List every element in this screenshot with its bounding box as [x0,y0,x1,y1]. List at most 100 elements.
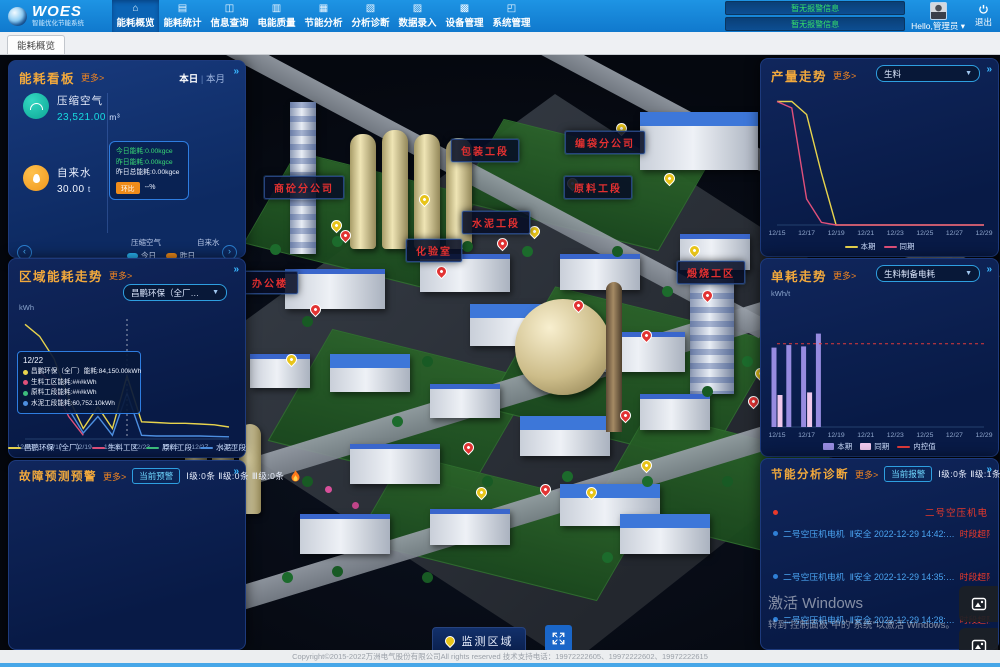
legend-item: 本期 [823,441,852,452]
tooltip-row: 昨日能耗:0.00kgce [116,158,182,169]
more-link[interactable]: 更多> [109,269,132,282]
toggle-month[interactable]: 本月 [206,74,225,85]
nav-item-label: 能耗概览 [116,15,154,29]
logout-label: 退出 [975,16,992,28]
floating-tool-button[interactable] [959,586,998,622]
axis-label: 压缩空气 [131,237,161,248]
tooltip-row: 水泥工段能耗:60,752.10kWh [23,399,135,410]
map-label[interactable]: 包装工段 [451,139,519,162]
alarm-row[interactable]: 二号空压机电机Ⅱ安全 2022-12-29 14:42:…时段超限-关… [773,527,990,540]
more-link[interactable]: 更多> [81,71,104,84]
panel-expand-icon[interactable]: » [233,264,239,275]
user-avatar[interactable] [930,2,947,20]
globe-logo-icon [8,7,27,26]
map-label[interactable]: 水泥工段 [462,211,530,234]
system-icon: ◰ [507,4,516,14]
user-menu[interactable]: Hello,管理员 ▾ [911,22,965,31]
nav-item-device[interactable]: ▩设备管理 [441,0,488,32]
nav-item-label: 电能质量 [257,15,295,29]
logout-button[interactable]: 退出 [971,4,996,28]
panel-energy-kanban: 能耗看板 更多> 本日 | 本月 » 压缩空气 23,521.00 m³ 自来水… [8,60,246,258]
nav-item-label: 数据录入 [398,15,436,29]
svg-text:12/19: 12/19 [828,230,845,237]
svg-text:12/23: 12/23 [887,230,904,237]
alarm-list: 二号空压机电机Ⅱ安全 2022-12-29 14:42:…时段超限-关… 二号空压… [773,527,990,645]
region-select[interactable]: 昌鹏环保（全厂…▼ [123,284,227,301]
more-link[interactable]: 更多> [103,470,126,483]
nav-item-power-quality[interactable]: ▥电能质量 [253,0,300,32]
svg-text:12/15: 12/15 [768,230,785,237]
nav-item-search[interactable]: ◫信息查询 [206,0,253,32]
compressed-air-icon [23,93,49,119]
alarm-row[interactable]: 二号空压机电机Ⅱ安全 2022-12-29 14:35:…时段超限-关… [773,570,990,583]
panel-title: 节能分析诊断 [771,466,849,482]
chimney [606,282,622,432]
alarm-marquee: 二号空压机电 [773,505,988,519]
current-warning-badge[interactable]: 当前预警 [132,468,180,484]
panel-expand-icon[interactable]: » [233,66,239,77]
location-pin-icon [442,633,456,647]
toggle-today[interactable]: 本日 [179,74,198,85]
nav-item-label: 分析诊断 [351,15,389,29]
panel-expand-icon[interactable]: » [986,64,992,75]
nav-item-stats[interactable]: ▤能耗统计 [159,0,206,32]
panel-expand-icon[interactable]: » [986,464,992,475]
production-chart: 12/1512/1712/1912/2112/2312/2512/2712/29 [765,87,994,239]
panel-expand-icon[interactable]: » [233,466,239,477]
svg-text:12/25: 12/25 [916,230,933,237]
svg-text:12/29: 12/29 [975,230,992,237]
nav-item-home[interactable]: ⌂能耗概览 [112,0,159,32]
panel-title: 产量走势 [771,66,827,85]
svg-text:12/19: 12/19 [828,432,845,439]
legend-item: 昌鹏环保（全厂） [8,442,84,453]
production-select[interactable]: 生料▼ [876,65,980,82]
device-icon: ▩ [460,4,469,14]
nav-item-system[interactable]: ◰系统管理 [488,0,535,32]
svg-text:12/23: 12/23 [887,432,904,439]
home-icon: ⌂ [132,4,138,14]
tab-bar: 能耗概览 [0,32,1000,55]
nav-item-analysis[interactable]: ▦节能分析 [300,0,347,32]
more-link[interactable]: 更多> [833,69,856,82]
energy-item-value: 30.00 [57,184,85,195]
map-label[interactable]: 煅烧工区 [677,261,745,284]
building [430,509,510,545]
more-link[interactable]: 更多> [833,269,856,282]
map-label[interactable]: 原料工段 [564,176,632,199]
nav-item-diagnosis[interactable]: ▧分析诊断 [347,0,394,32]
nav-item-label: 节能分析 [304,15,342,29]
app-subtitle: 智能优化节能系统 [32,21,84,28]
map-label[interactable]: 商砼分公司 [264,176,344,199]
nav-item-label: 系统管理 [492,15,530,29]
app-title: WOES [32,4,84,19]
power-icon [978,4,989,15]
legend-item: 内控值 [897,441,936,452]
nav-item-data-entry[interactable]: ▨数据录入 [394,0,441,32]
map-label[interactable]: 编袋分公司 [565,131,645,154]
tooltip-row: 原料工段能耗:###kWh [23,388,135,399]
panel-region-energy-trend: 区域能耗走势 更多> » 昌鹏环保（全厂…▼ kWh 12/1512/1712/… [8,258,246,458]
map-label[interactable]: 办公楼 [242,271,298,294]
building [350,444,440,484]
building [285,269,385,309]
building [330,354,410,392]
data-entry-icon: ▨ [413,4,422,14]
monitor-area-button[interactable]: 监测区域 [432,627,526,650]
more-link[interactable]: 更多> [855,468,878,481]
app-logo: WOES 智能优化节能系统 [0,0,112,32]
silo [382,130,408,249]
unit-consumption-select[interactable]: 生料制备电耗▼ [876,265,980,282]
current-alarm-badge[interactable]: 当前报警 [884,466,932,482]
tooltip-row: 生料工区能耗:###kWh [23,378,135,389]
tooltip-row: 昌鹏环保（全厂）能耗:84,150.00kWh [23,367,135,378]
legend-item: 本期 [845,241,876,252]
alarm-banner-1: 暂无报警信息 [725,1,905,15]
panel-unit-consumption-trend: 单耗走势 更多> » 生料制备电耗▼ kWh/t 12/1512/1712/19… [760,258,999,457]
svg-text:12/21: 12/21 [857,230,874,237]
panel-expand-icon[interactable]: » [986,264,992,275]
alarm-row[interactable]: 二号空压机电机Ⅱ安全 2022-12-29 14:28:…时段超限-关… [773,613,990,626]
fullscreen-button[interactable] [545,625,572,650]
legend-item: 生料工区 [92,442,138,453]
map-label[interactable]: 化验室 [406,239,462,262]
tab-energy-overview[interactable]: 能耗概览 [7,35,65,54]
